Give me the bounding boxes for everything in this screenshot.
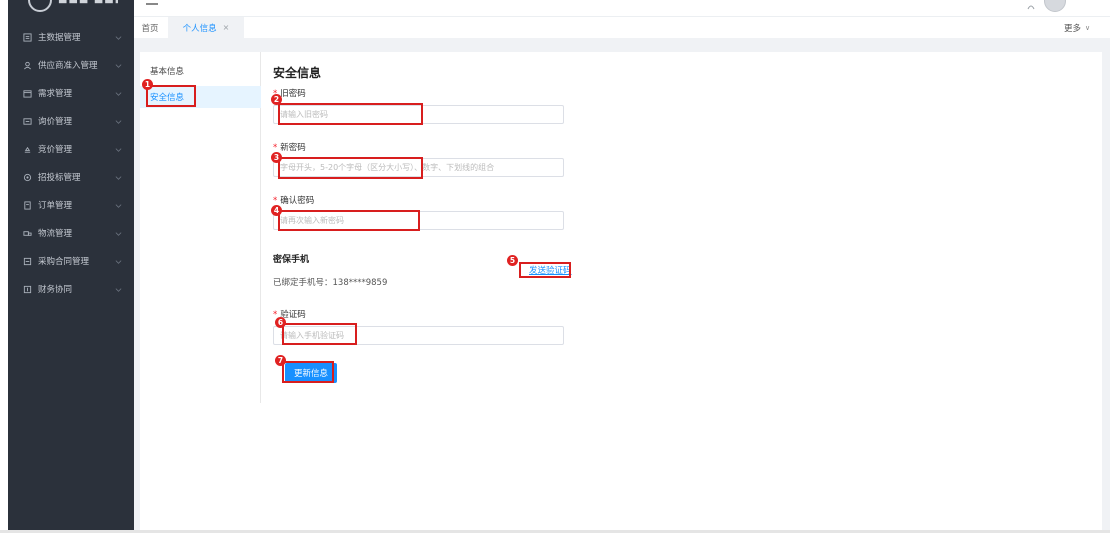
sidebar-item-tender[interactable]: 招投标管理 [8, 167, 134, 187]
chevron-down-icon [114, 61, 122, 69]
top-bar [134, 0, 1110, 16]
avatar[interactable] [1044, 0, 1066, 12]
annotation-badge: 3 [271, 152, 282, 163]
annotation-badge: 4 [271, 205, 282, 216]
chevron-down-icon [114, 229, 122, 237]
chevron-down-icon [114, 145, 122, 153]
annotation-badge: 6 [275, 317, 286, 328]
sidebar-item-label: 物流管理 [38, 229, 73, 239]
more-label: 更多 [1064, 23, 1082, 34]
chevron-down-icon [114, 117, 122, 125]
target-icon [22, 172, 32, 182]
highlight-security-nav [146, 85, 196, 107]
sidebar-item-supplier-access[interactable]: 供应商准入管理 [8, 55, 134, 75]
sidebar-item-label: 主数据管理 [38, 33, 81, 43]
truck-icon [22, 228, 32, 238]
highlight-new-password [278, 157, 423, 179]
sidebar-item-label: 招投标管理 [38, 173, 81, 183]
chevron-down-icon [114, 33, 122, 41]
highlight-old-password [278, 103, 423, 125]
chevron-down-icon [114, 173, 122, 181]
sidebar-item-inquiry[interactable]: 询价管理 [8, 111, 134, 131]
highlight-send-code [519, 262, 571, 278]
sidebar-item-contracts[interactable]: 采购合同管理 [8, 251, 134, 271]
sidebar-item-label: 竞价管理 [38, 145, 73, 155]
document-icon [22, 200, 32, 210]
bound-phone-text: 已绑定手机号：138****9859 [273, 278, 388, 288]
page-title: 安全信息 [273, 66, 322, 80]
gavel-icon [22, 144, 32, 154]
logo: ■■■ ■■■ [8, 0, 134, 18]
confirm-password-label: * 确认密码 [273, 196, 315, 206]
sidebar-item-label: 供应商准入管理 [38, 61, 98, 71]
list-icon [22, 32, 32, 42]
sidebar-item-master-data[interactable]: 主数据管理 [8, 27, 134, 47]
tab-personal-info[interactable]: 个人信息 × [168, 17, 244, 38]
highlight-submit [282, 361, 334, 383]
chevron-down-icon [114, 89, 122, 97]
sidebar-item-orders[interactable]: 订单管理 [8, 195, 134, 215]
contract-icon [22, 256, 32, 266]
annotation-badge: 7 [275, 355, 286, 366]
highlight-confirm-password [278, 210, 420, 231]
bell-icon[interactable] [1026, 2, 1036, 13]
sidebar-item-label: 询价管理 [38, 117, 73, 127]
sidebar-item-bidding[interactable]: 竞价管理 [8, 139, 134, 159]
close-icon[interactable]: × [223, 23, 230, 32]
tab-label: 个人信息 [182, 23, 217, 34]
more-dropdown[interactable]: 更多 ∨ [1064, 17, 1090, 38]
menu-toggle-icon[interactable] [146, 3, 158, 5]
sidebar: ■■■ ■■■ 主数据管理 供应商准入管理 需求管理 询价管理 竞价管理 [8, 0, 134, 533]
sidebar-item-finance[interactable]: 财务协同 [8, 279, 134, 299]
tabs-bar: 首页 个人信息 × 更多 ∨ [134, 16, 1110, 38]
sidebar-item-label: 订单管理 [38, 201, 73, 211]
sidebar-item-logistics[interactable]: 物流管理 [8, 223, 134, 243]
highlight-code-input [282, 323, 357, 345]
sidebar-item-label: 财务协同 [38, 285, 73, 295]
chevron-down-icon [114, 285, 122, 293]
finance-icon [22, 284, 32, 294]
annotation-badge: 2 [271, 94, 282, 105]
sidebar-item-demand[interactable]: 需求管理 [8, 83, 134, 103]
annotation-badge: 5 [507, 255, 518, 266]
user-icon [22, 60, 32, 70]
sidebar-item-label: 采购合同管理 [38, 257, 90, 267]
annotation-badge: 1 [142, 79, 153, 90]
chevron-down-icon [114, 257, 122, 265]
nav-basic-info[interactable]: 基本信息 [140, 60, 261, 82]
tab-home[interactable]: 首页 [134, 17, 166, 38]
phone-section-title: 密保手机 [273, 255, 310, 265]
calendar-icon [22, 88, 32, 98]
message-icon [22, 116, 32, 126]
chevron-down-icon [114, 201, 122, 209]
sidebar-item-label: 需求管理 [38, 89, 73, 99]
chevron-down-icon: ∨ [1085, 23, 1091, 32]
logo-icon [28, 0, 52, 12]
logo-text: ■■■ ■■■ [58, 0, 118, 8]
